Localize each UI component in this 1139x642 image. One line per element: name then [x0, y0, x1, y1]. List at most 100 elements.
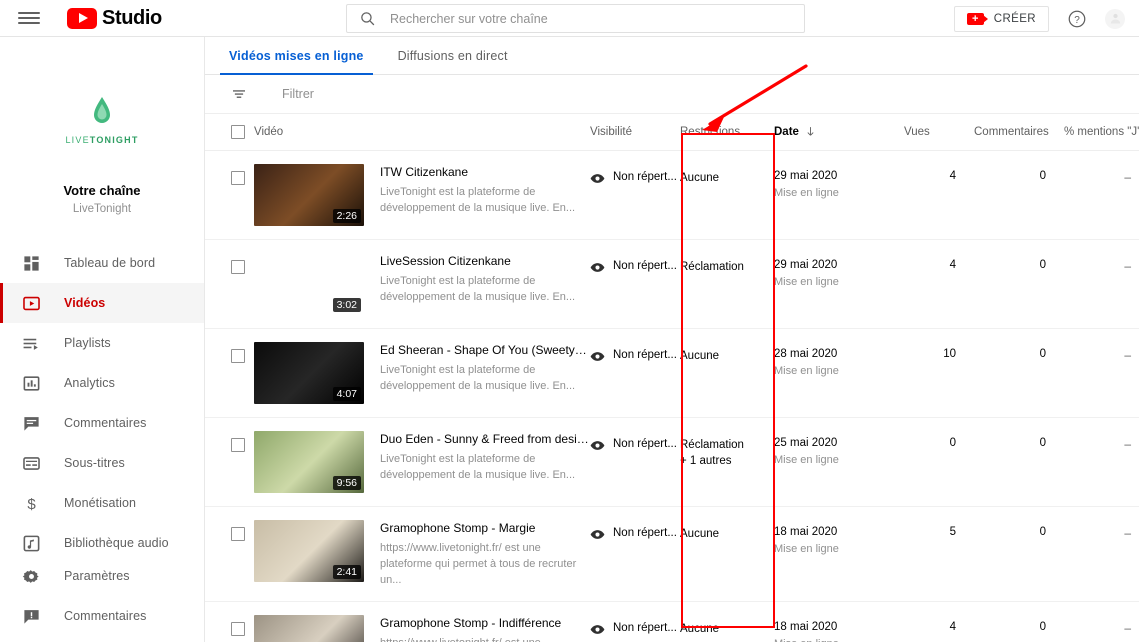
sidebar-item-subtitles[interactable]: Sous-titres: [0, 443, 204, 483]
filter-input[interactable]: Filtrer: [282, 87, 314, 101]
date-value: 29 mai 2020: [774, 258, 838, 271]
date-sublabel: Mise en ligne: [774, 542, 839, 555]
visibility-cell: Non répert...: [590, 506, 680, 602]
video-duration: 4:07: [332, 386, 361, 401]
date-value: 25 mai 2020: [774, 436, 838, 449]
eye-icon: [590, 351, 605, 361]
sidebar-bottom-nav: Paramètres Commentaires: [0, 556, 204, 636]
comments-cell: 0: [974, 601, 1064, 642]
video-cell: 2:41 Gramophone Stomp - Margie https://www…: [254, 506, 590, 602]
restrictions-label: Aucune: [680, 171, 720, 184]
likes-value: –: [1124, 525, 1131, 540]
date-sublabel: Mise en ligne: [774, 275, 839, 288]
sidebar-item-videos[interactable]: Vidéos: [0, 283, 204, 323]
video-title[interactable]: Ed Sheeran - Shape Of You (Sweety Pop c.…: [380, 343, 590, 357]
video-icon: [23, 296, 40, 310]
video-cell: 3:02 LiveSession Citizenkane LiveTonight e…: [254, 239, 590, 329]
row-select-cell: [205, 239, 254, 329]
tab-uploaded-videos[interactable]: Vidéos mises en ligne: [220, 37, 373, 75]
video-thumbnail[interactable]: 2:26: [254, 163, 364, 226]
video-thumbnail[interactable]: 3:22: [254, 614, 364, 642]
video-title[interactable]: LiveSession Citizenkane: [380, 254, 580, 268]
column-header-comments[interactable]: Commentaires: [974, 114, 1064, 151]
select-all-checkbox[interactable]: [231, 124, 245, 139]
video-thumbnail[interactable]: 4:07: [254, 341, 364, 404]
sidebar-item-playlists[interactable]: Playlists: [0, 323, 204, 363]
account-avatar-icon: [1110, 13, 1120, 24]
filter-icon[interactable]: [230, 85, 248, 103]
visibility-cell: Non répert...: [590, 239, 680, 329]
sidebar-item-monetization[interactable]: $ Monétisation: [0, 483, 204, 523]
table-row[interactable]: 2:26 ITW Citizenkane LiveTonight est la pl…: [205, 150, 1139, 240]
restrictions-extra[interactable]: + 1 autres: [680, 453, 774, 469]
create-button[interactable]: + CRÉER: [953, 5, 1049, 32]
video-title[interactable]: Duo Eden - Sunny & Freed from desire & .…: [380, 432, 590, 446]
table-row[interactable]: 4:07 Ed Sheeran - Shape Of You (Sweety Po…: [205, 328, 1139, 418]
livetonight-logo-text: LIVETONIGHT: [65, 135, 139, 145]
row-checkbox[interactable]: [231, 259, 245, 274]
column-header-likes[interactable]: % mentions "J'aime": [1064, 114, 1139, 151]
sidebar-item-label: Vidéos: [64, 296, 106, 310]
column-header-video[interactable]: Vidéo: [254, 114, 590, 151]
table-row[interactable]: 3:02 LiveSession Citizenkane LiveTonight e…: [205, 239, 1139, 329]
comments-cell: 0: [974, 328, 1064, 418]
video-title[interactable]: Gramophone Stomp - Indifférence: [380, 616, 580, 630]
sidebar-item-comments[interactable]: Commentaires: [0, 403, 204, 443]
column-header-restrictions[interactable]: Restrictions: [680, 114, 774, 151]
video-title[interactable]: Gramophone Stomp - Margie: [380, 521, 580, 535]
comments-cell: 0: [974, 150, 1064, 240]
row-checkbox[interactable]: [231, 170, 245, 185]
sidebar-item-dashboard[interactable]: Tableau de bord: [0, 243, 204, 283]
date-value: 28 mai 2020: [774, 347, 838, 360]
column-header-visibility[interactable]: Visibilité: [590, 114, 680, 151]
visibility-cell: Non répert...: [590, 328, 680, 418]
filter-bar: Filtrer: [205, 75, 1139, 114]
video-thumbnail[interactable]: 3:02: [254, 253, 364, 315]
column-header-views[interactable]: Vues: [904, 114, 974, 151]
svg-text:$: $: [27, 496, 36, 513]
eye-icon: [590, 440, 605, 450]
date-cell: 25 mai 2020 Mise en ligne: [774, 417, 904, 507]
column-header-date[interactable]: Date: [774, 114, 904, 151]
restrictions-label: Réclamation: [680, 260, 744, 273]
tab-live-streams[interactable]: Diffusions en direct: [389, 37, 517, 75]
sidebar-nav: Tableau de bord Vidéos Playlists Analyti…: [0, 243, 204, 563]
help-circle-icon[interactable]: ?: [1067, 9, 1087, 29]
header-actions: + CRÉER ?: [953, 0, 1125, 37]
video-title[interactable]: ITW Citizenkane: [380, 165, 580, 179]
subtitles-icon: [23, 456, 40, 470]
restrictions-label: Réclamation: [680, 438, 744, 451]
comments-value: 0: [1039, 258, 1046, 271]
video-thumbnail[interactable]: 2:41: [254, 519, 364, 582]
table-row[interactable]: 2:41 Gramophone Stomp - Margie https://www…: [205, 506, 1139, 602]
sidebar-item-settings[interactable]: Paramètres: [0, 556, 204, 596]
svg-text:?: ?: [1074, 14, 1080, 25]
visibility-label: Non répert...: [613, 259, 677, 272]
likes-cell: –: [1064, 239, 1139, 329]
video-cell: 2:26 ITW Citizenkane LiveTonight est la pl…: [254, 150, 590, 240]
search-input-placeholder[interactable]: Rechercher sur votre chaîne: [390, 12, 548, 26]
studio-logo[interactable]: Studio: [67, 7, 162, 30]
sidebar-item-analytics[interactable]: Analytics: [0, 363, 204, 403]
video-description: https://www.livetonight.fr/ est une plat…: [380, 541, 577, 586]
row-checkbox[interactable]: [231, 348, 245, 363]
row-checkbox[interactable]: [231, 437, 245, 452]
row-checkbox[interactable]: [231, 526, 245, 541]
sidebar-item-label: Playlists: [64, 336, 111, 350]
table-row[interactable]: 3:22 Gramophone Stomp - Indifférence https…: [205, 601, 1139, 642]
video-description: LiveTonight est la plateforme de dévelop…: [380, 363, 576, 392]
sidebar-item-feedback[interactable]: Commentaires: [0, 596, 204, 636]
views-cell: 5: [904, 506, 974, 602]
table-body: 2:26 ITW Citizenkane LiveTonight est la pl…: [205, 150, 1139, 642]
restrictions-cell: Aucune: [680, 506, 774, 602]
hamburger-menu-icon[interactable]: [18, 10, 40, 26]
search-bar[interactable]: Rechercher sur votre chaîne: [346, 4, 805, 33]
views-value: 0: [949, 436, 956, 449]
avatar[interactable]: [1105, 8, 1125, 29]
main-content: Vidéos mises en ligne Diffusions en dire…: [205, 37, 1139, 642]
row-checkbox[interactable]: [231, 621, 245, 636]
comments-value: 0: [1039, 436, 1046, 449]
table-row[interactable]: 9:56 Duo Eden - Sunny & Freed from desire…: [205, 417, 1139, 507]
views-value: 10: [943, 347, 956, 360]
video-thumbnail[interactable]: 9:56: [254, 430, 364, 493]
